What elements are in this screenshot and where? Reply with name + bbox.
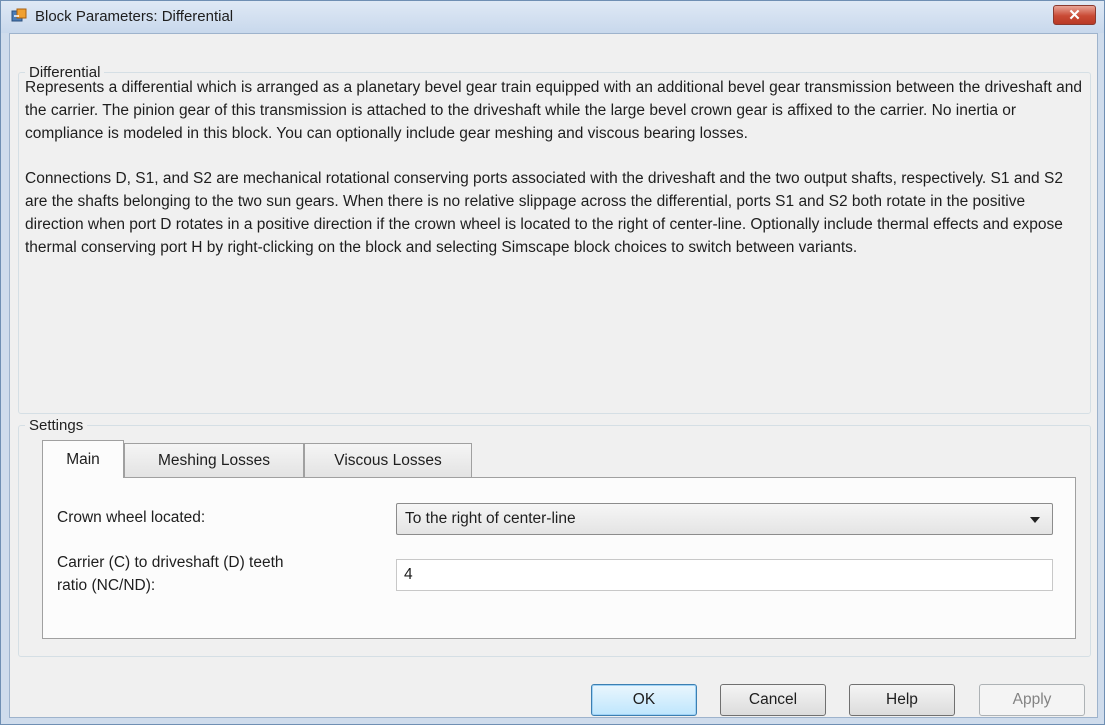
tab-meshing-losses[interactable]: Meshing Losses xyxy=(124,443,304,477)
crown-wheel-value: To the right of center-line xyxy=(405,510,576,527)
chevron-down-icon xyxy=(1030,517,1040,523)
teeth-ratio-label-line1: Carrier (C) to driveshaft (D) teeth xyxy=(57,554,284,571)
crown-wheel-label: Crown wheel located: xyxy=(57,509,206,526)
main-tab-panel: Crown wheel located: To the right of cen… xyxy=(42,477,1076,639)
close-button[interactable]: ✕ xyxy=(1053,5,1096,25)
settings-legend: Settings xyxy=(29,417,84,434)
tab-main[interactable]: Main xyxy=(42,440,124,478)
teeth-ratio-input[interactable]: 4 xyxy=(396,559,1053,591)
simulink-app-icon xyxy=(11,8,27,22)
apply-button[interactable]: Apply xyxy=(979,684,1085,716)
cancel-button[interactable]: Cancel xyxy=(720,684,826,716)
crown-wheel-dropdown[interactable]: To the right of center-line xyxy=(396,503,1053,535)
tab-viscous-losses[interactable]: Viscous Losses xyxy=(304,443,472,477)
title-bar[interactable]: Block Parameters: Differential ✕ xyxy=(1,1,1104,33)
description-text: Represents a differential which is arran… xyxy=(25,76,1085,281)
teeth-ratio-label-line2: ratio (NC/ND): xyxy=(57,577,156,594)
dialog-client-area: Differential Represents a differential w… xyxy=(9,33,1098,718)
window-title: Block Parameters: Differential xyxy=(35,8,234,25)
ok-button[interactable]: OK xyxy=(591,684,697,716)
description-paragraph: Represents a differential which is arran… xyxy=(25,79,1082,142)
description-paragraph: Connections D, S1, and S2 are mechanical… xyxy=(25,170,1063,256)
help-button[interactable]: Help xyxy=(849,684,955,716)
dialog-window: Block Parameters: Differential ✕ Differe… xyxy=(0,0,1105,725)
